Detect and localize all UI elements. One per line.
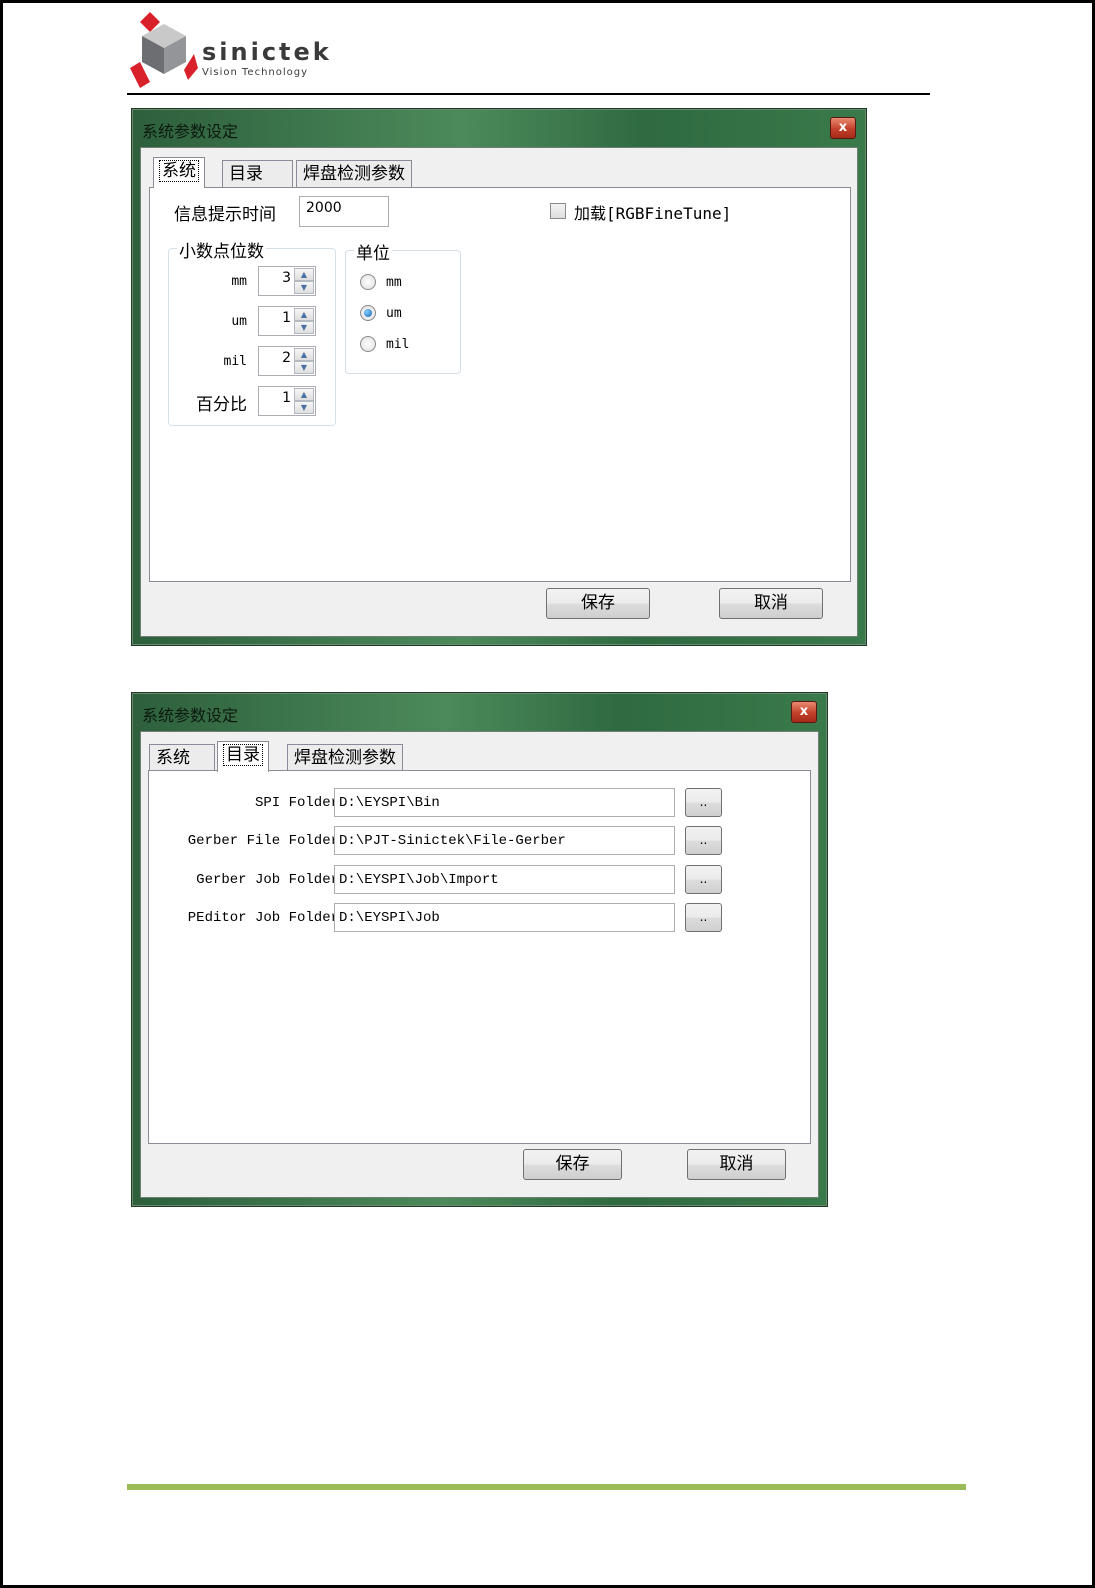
- cancel-button[interactable]: 取消: [687, 1149, 786, 1180]
- close-button[interactable]: x: [791, 701, 817, 723]
- header-divider: [127, 93, 930, 95]
- tab-pad-inspection-params[interactable]: 焊盘检测参数: [296, 160, 412, 188]
- stepper-up-icon[interactable]: ▲: [294, 268, 314, 281]
- logo-cube-icon: [130, 12, 198, 88]
- decimal-mm-stepper[interactable]: 3 ▲ ▼: [258, 266, 316, 296]
- stepper-down-icon[interactable]: ▼: [294, 401, 314, 414]
- tab-directory[interactable]: 目录: [222, 160, 293, 188]
- stepper-value: 2: [282, 350, 291, 366]
- gerber-file-folder-input[interactable]: D:\PJT-Sinictek\File-Gerber: [334, 826, 675, 855]
- unit-group: 单位 mm um mil: [345, 239, 461, 374]
- unit-mm-label: mm: [386, 275, 402, 290]
- unit-um-radio[interactable]: [360, 305, 376, 321]
- stepper-value: 1: [282, 310, 291, 326]
- unit-mil-label: mil: [386, 337, 410, 352]
- decimal-mil-stepper[interactable]: 2 ▲ ▼: [258, 346, 316, 376]
- tab-pad-inspection-params[interactable]: 焊盘检测参数: [287, 744, 403, 772]
- logo-wordmark: sinictek: [202, 38, 332, 66]
- stepper-up-icon[interactable]: ▲: [294, 388, 314, 401]
- sinictek-logo: sinictek Vision Technology: [128, 10, 329, 92]
- gerber-job-folder-label: Gerber Job Folder: [196, 872, 339, 888]
- stepper-up-icon[interactable]: ▲: [294, 308, 314, 321]
- tab-directory[interactable]: 目录: [217, 741, 269, 772]
- stepper-down-icon[interactable]: ▼: [294, 321, 314, 334]
- decimal-mil-label: mil: [223, 354, 247, 369]
- peditor-job-folder-browse-button[interactable]: ..: [685, 903, 722, 932]
- dialog-title: 系统参数设定: [142, 706, 239, 725]
- system-settings-dialog-directory-tab: 系统参数设定 x 系统 目录 焊盘检测参数 SPI Folder D:\EYSP…: [131, 692, 828, 1207]
- dialog-client-area: 系统 目录 焊盘检测参数 SPI Folder D:\EYSPI\Bin .. …: [140, 731, 819, 1198]
- decimal-percent-stepper[interactable]: 1 ▲ ▼: [258, 386, 316, 416]
- stepper-value: 1: [282, 390, 291, 406]
- titlebar: 系统参数设定 x: [132, 693, 827, 729]
- spi-folder-input[interactable]: D:\EYSPI\Bin: [334, 788, 675, 817]
- peditor-job-folder-label: PEditor Job Folder: [187, 910, 339, 926]
- spi-folder-label: SPI Folder: [254, 795, 339, 811]
- load-rgbfinetune-label: 加载[RGBFineTune]: [574, 204, 732, 223]
- decimal-mm-label: mm: [231, 274, 247, 289]
- save-button[interactable]: 保存: [523, 1149, 622, 1180]
- gerber-file-folder-browse-button[interactable]: ..: [685, 826, 722, 855]
- save-button[interactable]: 保存: [546, 588, 650, 619]
- unit-um-label: um: [386, 306, 402, 321]
- titlebar: 系统参数设定 x: [132, 109, 866, 145]
- load-rgbfinetune-checkbox[interactable]: [550, 203, 566, 219]
- decimal-places-group: 小数点位数 mm 3 ▲ ▼ um 1 ▲ ▼ mil 2 ▲ ▼ 百分比 1 …: [168, 237, 336, 426]
- stepper-down-icon[interactable]: ▼: [294, 281, 314, 294]
- peditor-job-folder-input[interactable]: D:\EYSPI\Job: [334, 903, 675, 932]
- gerber-file-folder-label: Gerber File Folder: [187, 833, 339, 849]
- close-button[interactable]: x: [830, 117, 856, 139]
- unit-mil-radio[interactable]: [360, 336, 376, 352]
- footer-divider: [127, 1484, 966, 1490]
- decimal-um-label: um: [231, 314, 247, 329]
- unit-title: 单位: [354, 239, 392, 264]
- cancel-button[interactable]: 取消: [719, 588, 823, 619]
- message-time-label: 信息提示时间: [174, 205, 276, 225]
- unit-mm-radio[interactable]: [360, 274, 376, 290]
- tab-system[interactable]: 系统: [153, 157, 205, 188]
- tab-panel-system: 信息提示时间 2000 加载[RGBFineTune] 小数点位数 mm 3 ▲…: [149, 187, 851, 582]
- dialog-title: 系统参数设定: [142, 122, 239, 141]
- stepper-up-icon[interactable]: ▲: [294, 348, 314, 361]
- gerber-job-folder-browse-button[interactable]: ..: [685, 865, 722, 894]
- stepper-down-icon[interactable]: ▼: [294, 361, 314, 374]
- message-time-input[interactable]: 2000: [299, 196, 389, 227]
- tab-system[interactable]: 系统: [149, 744, 215, 772]
- decimal-places-title: 小数点位数: [177, 237, 266, 262]
- decimal-percent-label: 百分比: [196, 395, 247, 415]
- system-settings-dialog-system-tab: 系统参数设定 x 系统 目录 焊盘检测参数 信息提示时间 2000 加载[RGB…: [131, 108, 867, 646]
- logo-subtitle: Vision Technology: [202, 67, 309, 78]
- gerber-job-folder-input[interactable]: D:\EYSPI\Job\Import: [334, 865, 675, 894]
- stepper-value: 3: [282, 270, 291, 286]
- decimal-um-stepper[interactable]: 1 ▲ ▼: [258, 306, 316, 336]
- tab-panel-directory: SPI Folder D:\EYSPI\Bin .. Gerber File F…: [148, 770, 811, 1144]
- spi-folder-browse-button[interactable]: ..: [685, 788, 722, 817]
- dialog-client-area: 系统 目录 焊盘检测参数 信息提示时间 2000 加载[RGBFineTune]…: [140, 147, 858, 637]
